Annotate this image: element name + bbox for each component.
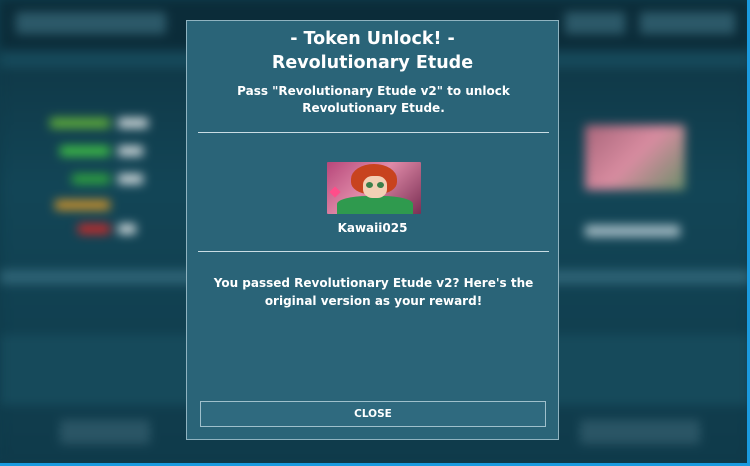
background-judgement-bar <box>78 224 110 234</box>
heart-icon <box>329 186 341 198</box>
background-judgement-bar <box>60 146 110 156</box>
close-button[interactable]: CLOSE <box>200 401 546 427</box>
background-judgement-bar <box>72 174 110 184</box>
background-button <box>565 12 625 34</box>
background-judgement-bar <box>118 174 143 184</box>
background-judgement-bar <box>118 224 136 234</box>
divider <box>198 251 549 252</box>
background-button <box>640 12 735 34</box>
background-thumbnail <box>585 125 685 190</box>
background-judgement-bar <box>50 118 110 128</box>
dialog-title-line1: - Token Unlock! - <box>290 29 455 49</box>
background-title-block <box>16 12 166 34</box>
creator-name: Kawaii025 <box>337 221 408 235</box>
avatar-eye <box>377 182 384 188</box>
background-judgement-bar <box>55 200 110 210</box>
dialog-title-line2: Revolutionary Etude <box>271 53 474 73</box>
divider <box>198 132 549 133</box>
background-judgement-bar <box>118 118 148 128</box>
avatar-eye <box>366 182 373 188</box>
background-button <box>580 420 700 444</box>
background-judgement-bar <box>118 146 143 156</box>
creator-avatar-icon <box>327 162 421 214</box>
unlock-description: Pass "Revolutionary Etude v2" to unlock … <box>237 84 510 115</box>
reward-message: You passed Revolutionary Etude v2? Here'… <box>213 276 534 308</box>
token-unlock-dialog: - Token Unlock! - Revolutionary Etude Pa… <box>186 20 559 440</box>
dialog-title: - Token Unlock! - Revolutionary Etude <box>187 27 558 75</box>
background-button <box>60 420 150 444</box>
background-text <box>585 225 680 237</box>
avatar-body <box>337 196 413 214</box>
